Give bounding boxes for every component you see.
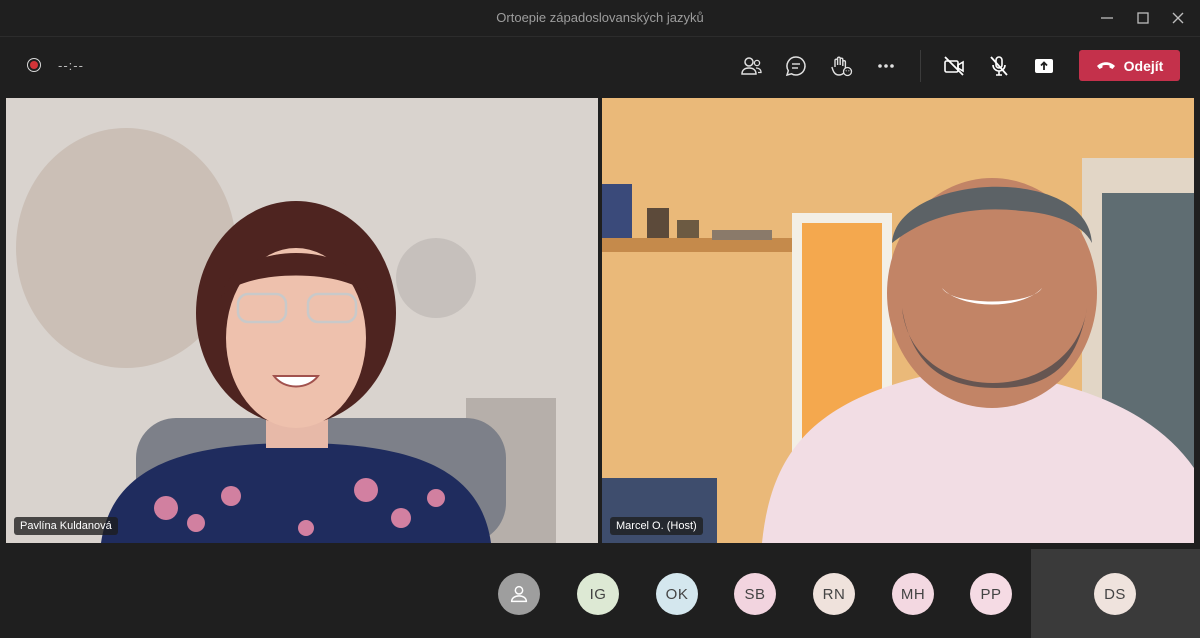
participant-video-feed [602, 98, 1194, 543]
chat-button[interactable] [783, 53, 809, 79]
chat-icon [785, 56, 806, 77]
person-icon [510, 585, 528, 603]
minimize-icon [1101, 17, 1113, 19]
reactions-button[interactable] [828, 53, 854, 79]
participant-name-tag: Pavlína Kuldanová [14, 517, 118, 535]
leave-label: Odejít [1123, 57, 1164, 74]
mic-off-icon [990, 56, 1008, 76]
participant-avatar[interactable]: MH [892, 573, 934, 615]
participant-video-feed [6, 98, 598, 543]
more-options-button[interactable] [873, 53, 899, 79]
participant-name-tag: Marcel O. (Host) [610, 517, 703, 535]
maximize-icon [1137, 12, 1149, 24]
minimize-button[interactable] [1097, 8, 1117, 28]
record-icon [27, 58, 41, 72]
video-tile-participant-1[interactable]: Pavlína Kuldanová [6, 98, 598, 543]
participant-strip: IG OK SB RN MH PP DS [0, 547, 1200, 638]
raise-hand-icon [831, 56, 853, 77]
title-bar: Ortoepie západoslovanských jazyků [0, 0, 1200, 37]
share-screen-button[interactable] [1031, 53, 1057, 79]
participant-avatar[interactable]: SB [734, 573, 776, 615]
camera-off-icon [944, 56, 964, 76]
participant-avatar[interactable]: OK [656, 573, 698, 615]
participant-avatar-anonymous[interactable] [498, 573, 540, 615]
close-window-button[interactable] [1168, 8, 1188, 28]
window-title: Ortoepie západoslovanských jazyků [496, 10, 704, 25]
toolbar-divider [920, 50, 921, 82]
phone-hangup-icon [1096, 61, 1115, 69]
participants-button[interactable] [738, 53, 764, 79]
maximize-button[interactable] [1133, 8, 1153, 28]
participant-avatar[interactable]: DS [1094, 573, 1136, 615]
share-screen-icon [1035, 59, 1053, 73]
mic-toggle-button[interactable] [986, 53, 1012, 79]
participant-avatar[interactable]: RN [813, 573, 855, 615]
camera-toggle-button[interactable] [941, 53, 967, 79]
participant-avatar[interactable]: PP [970, 573, 1012, 615]
meeting-timer: --:-- [58, 58, 84, 73]
close-icon [1172, 12, 1184, 24]
participant-avatar[interactable]: IG [577, 573, 619, 615]
meeting-toolbar: --:-- Odejít [0, 37, 1200, 95]
video-tile-participant-2[interactable]: Marcel O. (Host) [602, 98, 1194, 543]
leave-button[interactable]: Odejít [1079, 50, 1180, 81]
people-icon [741, 57, 762, 75]
more-options-icon [878, 64, 894, 68]
